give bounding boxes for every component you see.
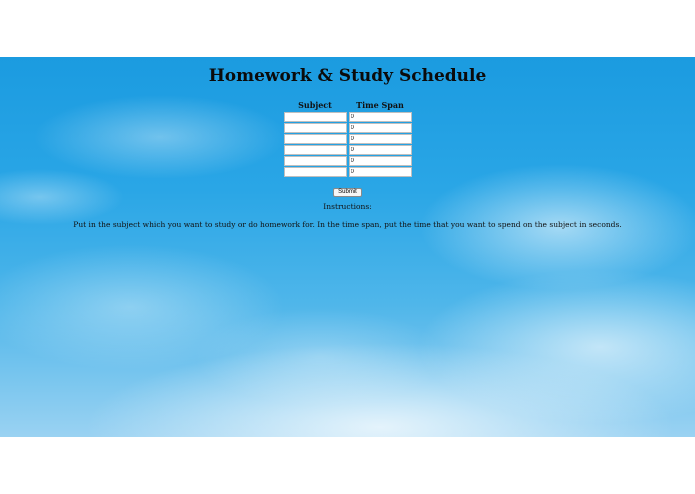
subject-input[interactable]	[283, 112, 347, 122]
subject-input[interactable]	[283, 167, 347, 177]
time-span-input[interactable]	[348, 145, 412, 155]
instructions-heading: Instructions:	[323, 202, 372, 211]
time-span-input[interactable]	[348, 156, 412, 166]
time-span-input[interactable]	[348, 167, 412, 177]
table-row	[283, 167, 412, 177]
table-row	[283, 134, 412, 144]
time-span-input[interactable]	[348, 134, 412, 144]
time-span-input[interactable]	[348, 123, 412, 133]
subject-input[interactable]	[283, 145, 347, 155]
schedule-table: Subject Time Span	[282, 99, 414, 178]
main-content: Homework & Study Schedule Subject Time S…	[0, 57, 695, 230]
subject-column-header: Subject	[298, 100, 332, 110]
table-row	[283, 145, 412, 155]
subject-input[interactable]	[283, 134, 347, 144]
table-row	[283, 123, 412, 133]
submit-button[interactable]: Submit	[333, 188, 362, 197]
subject-input[interactable]	[283, 156, 347, 166]
time-span-column-header: Time Span	[356, 100, 404, 110]
table-header-row: Subject Time Span	[284, 100, 412, 111]
time-span-input[interactable]	[348, 112, 412, 122]
subject-input[interactable]	[283, 123, 347, 133]
instructions-text: Put in the subject which you want to stu…	[73, 220, 622, 229]
table-row	[283, 112, 412, 122]
table-row	[283, 156, 412, 166]
page-title: Homework & Study Schedule	[208, 66, 487, 86]
